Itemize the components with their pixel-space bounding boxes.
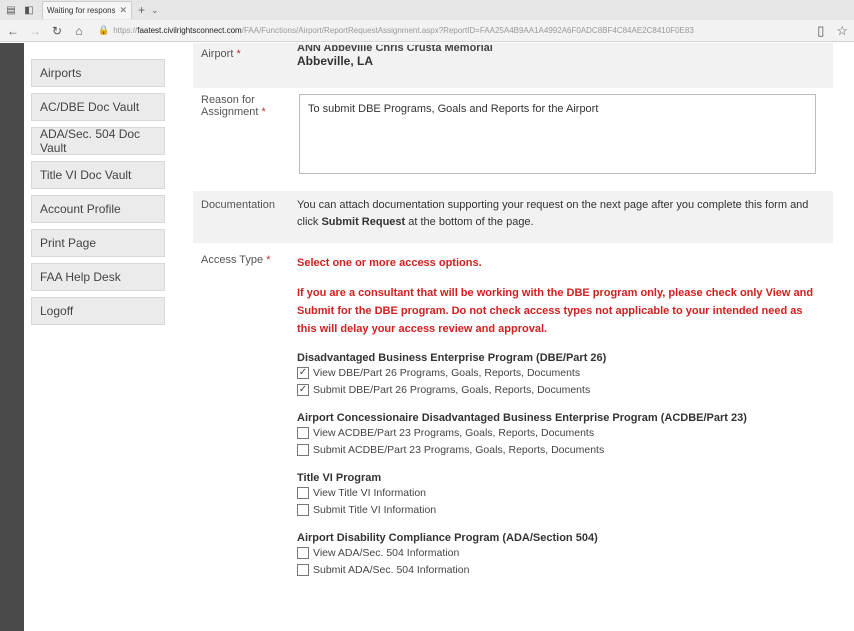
address-bar: ← → ↻ ⌂ 🔒 https://faatest.civilrightscon… (0, 20, 854, 42)
sidebar-item-print-page[interactable]: Print Page (31, 229, 165, 257)
checkbox-checked-icon[interactable]: ✓ (297, 383, 309, 396)
dbe-group-title: Disadvantaged Business Enterprise Progra… (297, 352, 607, 364)
assignment-form: Airport * ANN Abbeville Chris Crusta Mem… (193, 43, 833, 584)
consultant-note: If you are a consultant that will be wor… (297, 287, 814, 335)
browser-tab-bar: ▤ ◧ Waiting for response fr ✕ + ⌄ (0, 0, 854, 20)
airport-value-cell: ANN Abbeville Chris Crusta Memorial Abbe… (293, 43, 833, 88)
checkbox-view-ada[interactable]: View ADA/Sec. 504 Information (297, 544, 823, 561)
tab-title: Waiting for response fr (47, 6, 116, 15)
airport-row: Airport * ANN Abbeville Chris Crusta Mem… (193, 43, 833, 88)
select-prompt: Select one or more access options. (297, 257, 482, 269)
airport-label: Airport * (201, 48, 241, 60)
required-marker: * (236, 48, 241, 60)
sidebar-item-ada-doc-vault[interactable]: ADA/Sec. 504 Doc Vault (31, 127, 165, 155)
lock-icon: 🔒 (98, 25, 110, 35)
sidebar-item-logoff[interactable]: Logoff (31, 297, 165, 325)
reason-textarea[interactable]: To submit DBE Programs, Goals and Report… (299, 94, 816, 174)
checkbox-icon[interactable] (297, 503, 309, 516)
title-vi-group-title: Title VI Program (297, 472, 382, 484)
checkbox-icon[interactable] (297, 563, 309, 576)
access-type-row: Access Type * Select one or more access … (193, 243, 833, 584)
access-options: Select one or more access options. If yo… (293, 248, 833, 584)
checkbox-view-dbe[interactable]: ✓ View DBE/Part 26 Programs, Goals, Repor… (297, 364, 823, 381)
acdbe-group-title: Airport Concessionaire Disadvantaged Bus… (297, 412, 747, 424)
required-marker: * (266, 254, 271, 266)
reason-row: Reason for Assignment * To submit DBE Pr… (193, 88, 833, 189)
chevron-down-icon[interactable]: ⌄ (151, 5, 159, 16)
new-tab-icon[interactable]: + (138, 3, 145, 17)
url-field[interactable]: 🔒 https://faatest.civilrightsconnect.com… (98, 23, 805, 39)
access-type-label: Access Type * (201, 254, 271, 266)
documentation-label: Documentation (201, 199, 275, 211)
favorite-star-icon[interactable]: ☆ (836, 23, 848, 39)
airport-value: Abbeville, LA (297, 54, 374, 68)
checkbox-icon[interactable] (297, 443, 309, 456)
checkbox-view-title-vi[interactable]: View Title VI Information (297, 484, 823, 501)
page-left-edge (0, 43, 24, 631)
home-icon[interactable]: ⌂ (70, 22, 88, 40)
sidebar-item-airports[interactable]: Airports (31, 59, 165, 87)
refresh-icon[interactable]: ↻ (48, 22, 66, 40)
sidebar-item-faa-help-desk[interactable]: FAA Help Desk (31, 263, 165, 291)
checkbox-icon[interactable] (297, 546, 309, 559)
sidebar-item-account-profile[interactable]: Account Profile (31, 195, 165, 223)
tab-back-icon[interactable]: ◧ (22, 3, 36, 17)
forward-icon[interactable]: → (26, 22, 44, 40)
sidebar-item-title-vi-doc-vault[interactable]: Title VI Doc Vault (31, 161, 165, 189)
checkbox-icon[interactable] (297, 486, 309, 499)
sidebar: Airports AC/DBE Doc Vault ADA/Sec. 504 D… (31, 56, 165, 331)
browser-tab[interactable]: Waiting for response fr ✕ (42, 1, 132, 19)
airport-full-name: ANN Abbeville Chris Crusta Memorial (297, 45, 493, 52)
url-domain: faatest.civilrightsconnect.com (137, 26, 242, 35)
checkbox-view-acdbe[interactable]: View ACDBE/Part 23 Programs, Goals, Repo… (297, 424, 823, 441)
ada-group-title: Airport Disability Compliance Program (A… (297, 532, 598, 544)
tab-actions-icon[interactable]: ▤ (4, 3, 18, 17)
reading-view-icon[interactable]: ▯ (817, 23, 824, 39)
checkbox-submit-ada[interactable]: Submit ADA/Sec. 504 Information (297, 561, 823, 578)
back-icon[interactable]: ← (4, 22, 22, 40)
checkbox-submit-title-vi[interactable]: Submit Title VI Information (297, 501, 823, 518)
required-marker: * (261, 106, 266, 118)
checkbox-icon[interactable] (297, 426, 309, 439)
checkbox-checked-icon[interactable]: ✓ (297, 366, 309, 379)
url-path: /FAA/Functions/Airport/ReportRequestAssi… (241, 26, 694, 35)
reason-label: Reason for Assignment * (201, 94, 266, 118)
close-icon[interactable]: ✕ (119, 5, 127, 16)
checkbox-submit-acdbe[interactable]: Submit ACDBE/Part 23 Programs, Goals, Re… (297, 441, 823, 458)
sidebar-item-acdbe-doc-vault[interactable]: AC/DBE Doc Vault (31, 93, 165, 121)
checkbox-submit-dbe[interactable]: ✓ Submit DBE/Part 26 Programs, Goals, Rep… (297, 381, 823, 398)
documentation-row: Documentation You can attach documentati… (193, 191, 833, 243)
documentation-text: You can attach documentation supporting … (297, 199, 809, 228)
